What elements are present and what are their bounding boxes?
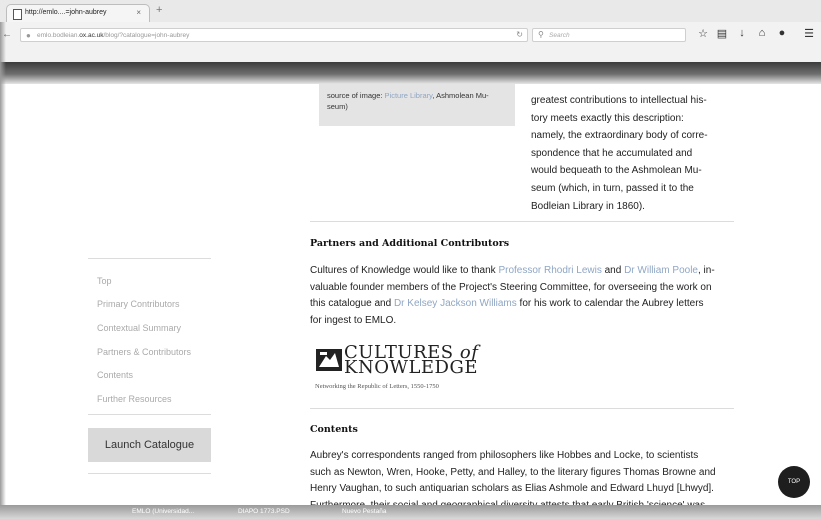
sidebar-item-contents[interactable]: Contents xyxy=(97,370,133,380)
taskbar-item[interactable]: EMLO (Universidad... xyxy=(132,508,194,515)
intro-line: spondence that he accumulated and xyxy=(531,147,693,159)
reload-icon[interactable]: ↻ xyxy=(516,30,523,39)
browser-tab[interactable]: http://emlo....=john-aubrey × xyxy=(6,4,150,22)
contents-line: Aubrey's correspondents ranged from phil… xyxy=(310,450,699,461)
partners-heading: Partners and Additional Contributors xyxy=(310,238,510,249)
partners-text: Cultures of Knowledge would like to than… xyxy=(310,265,499,276)
intro-text: greatest contributions to intellectual h… xyxy=(531,92,736,215)
intro-line: Bodleian Library in 1860). xyxy=(531,200,645,212)
taskbar-item[interactable]: DIAPO 1773.PSD xyxy=(238,508,290,515)
bookmark-star-icon[interactable]: ☆ xyxy=(697,27,709,40)
os-taskbar: EMLO (Universidad... DIAPO 1773.PSD Nuev… xyxy=(0,505,821,519)
download-icon[interactable]: ↓ xyxy=(736,27,748,39)
contents-line: such as Newton, Wren, Hooke, Petty, and … xyxy=(310,466,716,478)
contents-heading: Contents xyxy=(310,424,358,435)
william-poole-link[interactable]: Dr William Poole xyxy=(624,265,698,276)
section-divider xyxy=(310,221,734,222)
section-divider xyxy=(310,408,734,409)
image-caption: source of image: Picture Library, Ashmol… xyxy=(319,84,515,126)
chat-icon[interactable]: ● xyxy=(776,27,788,39)
browser-titlebar: http://emlo....=john-aubrey × + xyxy=(0,0,821,22)
close-tab-icon[interactable]: × xyxy=(136,8,141,17)
home-icon[interactable]: ⌂ xyxy=(756,27,768,39)
intro-line: tory meets exactly this description: xyxy=(531,112,684,124)
sidebar-divider xyxy=(88,473,211,474)
intro-line: would bequeath to the Ashmolean Mu- xyxy=(531,165,702,177)
url-domain: ox.ac.uk xyxy=(79,32,104,39)
edge-fade xyxy=(0,22,6,519)
browser-navbar: ← ● emlo.bodleian.ox.ac.uk/blog/?catalog… xyxy=(0,22,821,63)
screen-shadow xyxy=(0,62,821,84)
contents-line: Henry Vaughan, to such antiquarian schol… xyxy=(310,483,714,494)
caption-line2: seum) xyxy=(327,102,348,111)
kelsey-jackson-williams-link[interactable]: Dr Kelsey Jackson Williams xyxy=(394,298,517,309)
partners-text: , in- xyxy=(697,265,715,276)
url-prefix: emlo.bodleian. xyxy=(37,32,80,39)
page-icon xyxy=(13,9,22,20)
intro-line: greatest contributions to intellectual h… xyxy=(531,95,707,106)
search-placeholder: Search xyxy=(549,32,570,39)
sidebar-divider xyxy=(88,258,211,259)
partners-text: for ingest to EMLO. xyxy=(310,314,397,326)
partners-text: this catalogue and xyxy=(310,298,394,309)
partners-text: and xyxy=(601,265,625,276)
partners-text: for his work to calendar the Aubrey lett… xyxy=(516,298,704,309)
search-icon: ⚲ xyxy=(538,30,544,39)
intro-line: namely, the extraordinary body of corre- xyxy=(531,130,708,142)
caption-prefix: source of image: xyxy=(327,91,383,100)
picture-library-link[interactable]: Picture Library xyxy=(385,91,433,100)
sidebar-item-contextual-summary[interactable]: Contextual Summary xyxy=(97,323,181,333)
partners-paragraph: Cultures of Knowledge would like to than… xyxy=(310,263,740,329)
logo-emblem-icon xyxy=(316,349,342,371)
logo-tagline: Networking the Republic of Letters, 1550… xyxy=(315,383,439,390)
address-bar[interactable]: ● emlo.bodleian.ox.ac.uk/blog/?catalogue… xyxy=(20,28,528,42)
intro-line: seum (which, in turn, passed it to the xyxy=(531,182,694,194)
sidebar-item-further-resources[interactable]: Further Resources xyxy=(97,394,172,404)
reading-list-icon[interactable]: ▤ xyxy=(716,27,728,40)
search-input[interactable]: ⚲ Search xyxy=(532,28,686,42)
sidebar-divider xyxy=(88,414,211,415)
tab-title: http://emlo....=john-aubrey xyxy=(25,9,107,16)
sidebar-item-top[interactable]: Top xyxy=(97,276,112,286)
globe-icon: ● xyxy=(26,31,31,40)
sidebar-item-primary-contributors[interactable]: Primary Contributors xyxy=(97,299,180,309)
logo-word-knowledge: KNOWLEDGE xyxy=(344,357,478,378)
rhodri-lewis-link[interactable]: Professor Rhodri Lewis xyxy=(498,265,601,276)
back-to-top-button[interactable]: TOP xyxy=(778,466,810,498)
cultures-of-knowledge-logo: CULTURES of KNOWLEDGE Networking the Rep… xyxy=(314,343,504,393)
sidebar-item-partners-contributors[interactable]: Partners & Contributors xyxy=(97,347,191,357)
taskbar-item[interactable]: Nuevo Pestaña xyxy=(342,508,386,515)
launch-catalogue-button[interactable]: Launch Catalogue xyxy=(88,428,211,462)
new-tab-button[interactable]: + xyxy=(156,4,162,16)
partners-text: valuable founder members of the Project'… xyxy=(310,281,712,293)
url-path: /blog/?catalogue=john-aubrey xyxy=(103,32,190,39)
caption-suffix: , Ashmolean Mu- xyxy=(432,91,489,100)
menu-icon[interactable]: ☰ xyxy=(803,27,815,40)
